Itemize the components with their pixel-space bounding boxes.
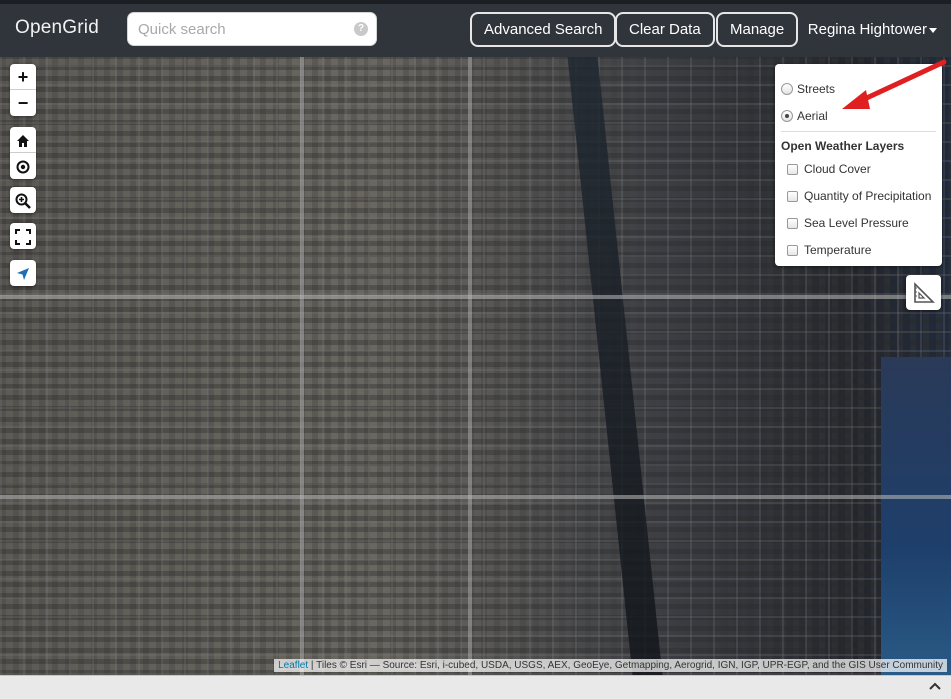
brand-logo[interactable]: OpenGrid bbox=[15, 17, 99, 39]
search-input[interactable] bbox=[138, 13, 338, 45]
navigate-button[interactable] bbox=[10, 260, 36, 286]
location-arrow-icon bbox=[17, 268, 29, 281]
streets-radio[interactable] bbox=[781, 83, 793, 95]
user-name: Regina Hightower bbox=[807, 21, 927, 38]
locate-icon bbox=[16, 160, 30, 174]
aerial-radio[interactable] bbox=[781, 110, 793, 122]
fullscreen-button[interactable] bbox=[10, 223, 36, 249]
user-menu[interactable]: Regina Hightower bbox=[808, 21, 937, 38]
map-view[interactable]: + − Streets Aerial Open Weather Layers C… bbox=[0, 57, 951, 675]
navigate-control bbox=[10, 260, 36, 286]
locate-button[interactable] bbox=[10, 153, 36, 179]
zoom-in-button[interactable]: + bbox=[10, 64, 36, 90]
map-lake bbox=[881, 357, 951, 675]
map-river bbox=[567, 57, 663, 675]
measure-tool-button[interactable] bbox=[906, 275, 941, 310]
chevron-up-icon[interactable] bbox=[929, 681, 941, 691]
map-attribution: Leaflet | Tiles © Esri — Source: Esri, i… bbox=[274, 659, 947, 672]
fullscreen-icon bbox=[15, 229, 31, 246]
annotation-arrow-icon bbox=[842, 59, 947, 109]
base-layer-streets[interactable]: Streets bbox=[781, 82, 835, 96]
precipitation-checkbox[interactable] bbox=[787, 190, 798, 202]
home-icon bbox=[17, 135, 29, 148]
cloud-cover-label: Cloud Cover bbox=[804, 162, 871, 176]
map-road bbox=[468, 57, 472, 675]
fullscreen-control bbox=[10, 223, 36, 249]
help-icon[interactable]: ? bbox=[354, 22, 368, 36]
map-road bbox=[0, 495, 951, 499]
zoom-box-button[interactable] bbox=[10, 187, 36, 213]
base-layer-aerial[interactable]: Aerial bbox=[781, 109, 828, 123]
bottom-drawer-bar[interactable] bbox=[0, 675, 951, 699]
manage-button[interactable]: Manage bbox=[716, 12, 799, 47]
pressure-label: Sea Level Pressure bbox=[804, 216, 909, 230]
precipitation-label: Quantity of Precipitation bbox=[804, 189, 932, 203]
zoom-out-button[interactable]: − bbox=[10, 90, 36, 116]
pressure-checkbox[interactable] bbox=[787, 217, 798, 229]
attribution-text: | Tiles © Esri — Source: Esri, i-cubed, … bbox=[308, 660, 943, 671]
overlay-precipitation[interactable]: Quantity of Precipitation bbox=[781, 189, 931, 203]
streets-label: Streets bbox=[797, 82, 836, 96]
aerial-label: Aerial bbox=[797, 109, 828, 123]
ruler-triangle-icon bbox=[913, 282, 935, 303]
overlay-sea-level-pressure[interactable]: Sea Level Pressure bbox=[781, 216, 909, 230]
map-road bbox=[300, 57, 304, 675]
temperature-checkbox[interactable] bbox=[787, 244, 798, 256]
top-navbar: OpenGrid ? Advanced Search Clear Data Ma… bbox=[0, 0, 951, 57]
caret-down-icon bbox=[929, 27, 937, 33]
magnifier-plus-icon bbox=[15, 193, 31, 210]
advanced-search-button[interactable]: Advanced Search bbox=[470, 12, 617, 47]
clear-data-button[interactable]: Clear Data bbox=[615, 12, 715, 47]
leaflet-link[interactable]: Leaflet bbox=[278, 660, 308, 671]
layers-divider bbox=[781, 131, 936, 132]
overlay-title: Open Weather Layers bbox=[781, 139, 905, 153]
cloud-cover-checkbox[interactable] bbox=[787, 163, 798, 175]
zoom-control: + − bbox=[10, 64, 36, 116]
overlay-cloud-cover[interactable]: Cloud Cover bbox=[781, 162, 871, 176]
home-locate-control bbox=[10, 127, 36, 179]
map-road bbox=[0, 295, 951, 299]
home-button[interactable] bbox=[10, 127, 36, 153]
zoom-box-control bbox=[10, 187, 36, 213]
overlay-temperature[interactable]: Temperature bbox=[781, 243, 871, 257]
quick-search: ? bbox=[127, 12, 377, 46]
temperature-label: Temperature bbox=[804, 243, 872, 257]
